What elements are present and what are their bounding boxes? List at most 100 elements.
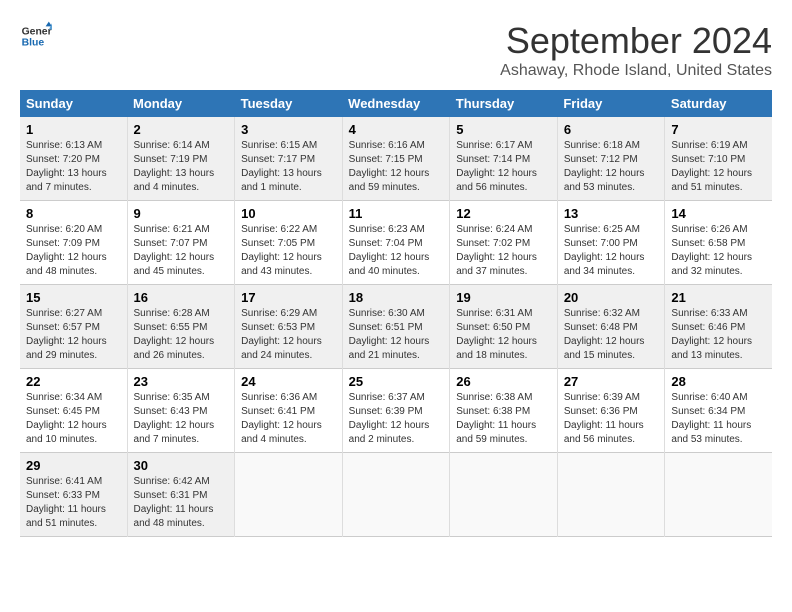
day-number: 10	[241, 206, 336, 221]
day-info: Sunrise: 6:24 AMSunset: 7:02 PMDaylight:…	[456, 224, 537, 277]
page-subtitle: Ashaway, Rhode Island, United States	[500, 62, 772, 80]
header-day-saturday: Saturday	[665, 90, 772, 117]
calendar-header-row: SundayMondayTuesdayWednesdayThursdayFrid…	[20, 90, 772, 117]
day-number: 5	[456, 122, 551, 137]
calendar-cell: 4 Sunrise: 6:16 AMSunset: 7:15 PMDaylight…	[342, 117, 450, 201]
day-info: Sunrise: 6:21 AMSunset: 7:07 PMDaylight:…	[134, 224, 215, 277]
calendar-cell	[235, 453, 343, 537]
day-info: Sunrise: 6:32 AMSunset: 6:48 PMDaylight:…	[564, 308, 645, 361]
calendar-cell	[450, 453, 558, 537]
day-info: Sunrise: 6:42 AMSunset: 6:31 PMDaylight:…	[134, 476, 214, 529]
day-number: 20	[564, 290, 659, 305]
title-area: September 2024 Ashaway, Rhode Island, Un…	[500, 20, 772, 80]
calendar-cell: 29 Sunrise: 6:41 AMSunset: 6:33 PMDayligh…	[20, 453, 127, 537]
header: General Blue September 2024 Ashaway, Rho…	[20, 20, 772, 80]
calendar-cell: 11Sunrise: 6:23 AMSunset: 7:04 PMDayligh…	[342, 201, 450, 285]
day-info: Sunrise: 6:40 AMSunset: 6:34 PMDaylight:…	[671, 392, 751, 445]
day-number: 21	[671, 290, 766, 305]
day-number: 9	[134, 206, 229, 221]
header-day-thursday: Thursday	[450, 90, 558, 117]
day-info: Sunrise: 6:36 AMSunset: 6:41 PMDaylight:…	[241, 392, 322, 445]
calendar-cell: 6 Sunrise: 6:18 AMSunset: 7:12 PMDaylight…	[557, 117, 665, 201]
calendar-cell: 23 Sunrise: 6:35 AMSunset: 6:43 PMDayligh…	[127, 369, 235, 453]
calendar-week-row: 29 Sunrise: 6:41 AMSunset: 6:33 PMDayligh…	[20, 453, 772, 537]
day-info: Sunrise: 6:39 AMSunset: 6:36 PMDaylight:…	[564, 392, 644, 445]
day-info: Sunrise: 6:13 AMSunset: 7:20 PMDaylight:…	[26, 140, 107, 193]
calendar-cell: 10 Sunrise: 6:22 AMSunset: 7:05 PMDayligh…	[235, 201, 343, 285]
calendar-cell: 17 Sunrise: 6:29 AMSunset: 6:53 PMDayligh…	[235, 285, 343, 369]
day-number: 29	[26, 458, 121, 473]
day-number: 12	[456, 206, 551, 221]
calendar-cell: 7 Sunrise: 6:19 AMSunset: 7:10 PMDaylight…	[665, 117, 772, 201]
day-number: 7	[671, 122, 766, 137]
calendar-week-row: 8 Sunrise: 6:20 AMSunset: 7:09 PMDaylight…	[20, 201, 772, 285]
logo-icon: General Blue	[20, 20, 52, 52]
calendar-cell: 24Sunrise: 6:36 AMSunset: 6:41 PMDayligh…	[235, 369, 343, 453]
header-day-monday: Monday	[127, 90, 235, 117]
day-info: Sunrise: 6:22 AMSunset: 7:05 PMDaylight:…	[241, 224, 322, 277]
calendar-cell: 12 Sunrise: 6:24 AMSunset: 7:02 PMDayligh…	[450, 201, 558, 285]
day-info: Sunrise: 6:38 AMSunset: 6:38 PMDaylight:…	[456, 392, 536, 445]
day-info: Sunrise: 6:14 AMSunset: 7:19 PMDaylight:…	[134, 140, 215, 193]
day-info: Sunrise: 6:27 AMSunset: 6:57 PMDaylight:…	[26, 308, 107, 361]
calendar-cell: 15 Sunrise: 6:27 AMSunset: 6:57 PMDayligh…	[20, 285, 127, 369]
day-number: 6	[564, 122, 659, 137]
calendar-cell: 21 Sunrise: 6:33 AMSunset: 6:46 PMDayligh…	[665, 285, 772, 369]
day-info: Sunrise: 6:34 AMSunset: 6:45 PMDaylight:…	[26, 392, 107, 445]
calendar-cell: 27Sunrise: 6:39 AMSunset: 6:36 PMDayligh…	[557, 369, 665, 453]
day-number: 16	[134, 290, 229, 305]
calendar-cell	[665, 453, 772, 537]
day-info: Sunrise: 6:16 AMSunset: 7:15 PMDaylight:…	[349, 140, 430, 193]
header-day-friday: Friday	[557, 90, 665, 117]
calendar-week-row: 1Sunrise: 6:13 AMSunset: 7:20 PMDaylight…	[20, 117, 772, 201]
day-number: 8	[26, 206, 121, 221]
day-number: 15	[26, 290, 121, 305]
calendar-cell: 2 Sunrise: 6:14 AMSunset: 7:19 PMDaylight…	[127, 117, 235, 201]
calendar-cell: 3 Sunrise: 6:15 AMSunset: 7:17 PMDaylight…	[235, 117, 343, 201]
day-number: 22	[26, 374, 121, 389]
calendar-week-row: 15 Sunrise: 6:27 AMSunset: 6:57 PMDayligh…	[20, 285, 772, 369]
header-day-wednesday: Wednesday	[342, 90, 450, 117]
day-info: Sunrise: 6:23 AMSunset: 7:04 PMDaylight:…	[349, 224, 430, 277]
day-info: Sunrise: 6:20 AMSunset: 7:09 PMDaylight:…	[26, 224, 107, 277]
calendar-cell: 26 Sunrise: 6:38 AMSunset: 6:38 PMDayligh…	[450, 369, 558, 453]
calendar-cell: 20 Sunrise: 6:32 AMSunset: 6:48 PMDayligh…	[557, 285, 665, 369]
calendar-cell: 19Sunrise: 6:31 AMSunset: 6:50 PMDayligh…	[450, 285, 558, 369]
calendar-cell: 14Sunrise: 6:26 AMSunset: 6:58 PMDayligh…	[665, 201, 772, 285]
day-number: 30	[134, 458, 229, 473]
day-number: 17	[241, 290, 336, 305]
day-info: Sunrise: 6:18 AMSunset: 7:12 PMDaylight:…	[564, 140, 645, 193]
calendar-cell: 16 Sunrise: 6:28 AMSunset: 6:55 PMDayligh…	[127, 285, 235, 369]
header-day-sunday: Sunday	[20, 90, 127, 117]
day-info: Sunrise: 6:19 AMSunset: 7:10 PMDaylight:…	[671, 140, 752, 193]
calendar-cell: 28 Sunrise: 6:40 AMSunset: 6:34 PMDayligh…	[665, 369, 772, 453]
day-info: Sunrise: 6:15 AMSunset: 7:17 PMDaylight:…	[241, 140, 322, 193]
day-number: 26	[456, 374, 551, 389]
day-number: 28	[671, 374, 766, 389]
day-info: Sunrise: 6:29 AMSunset: 6:53 PMDaylight:…	[241, 308, 322, 361]
svg-text:General: General	[22, 26, 52, 37]
day-number: 18	[349, 290, 444, 305]
day-number: 2	[134, 122, 229, 137]
day-info: Sunrise: 6:30 AMSunset: 6:51 PMDaylight:…	[349, 308, 430, 361]
day-info: Sunrise: 6:28 AMSunset: 6:55 PMDaylight:…	[134, 308, 215, 361]
calendar-week-row: 22 Sunrise: 6:34 AMSunset: 6:45 PMDayligh…	[20, 369, 772, 453]
calendar-cell: 5Sunrise: 6:17 AMSunset: 7:14 PMDaylight…	[450, 117, 558, 201]
day-number: 3	[241, 122, 336, 137]
day-info: Sunrise: 6:26 AMSunset: 6:58 PMDaylight:…	[671, 224, 752, 277]
day-info: Sunrise: 6:41 AMSunset: 6:33 PMDaylight:…	[26, 476, 106, 529]
header-day-tuesday: Tuesday	[235, 90, 343, 117]
day-number: 13	[564, 206, 659, 221]
page-title: September 2024	[500, 20, 772, 62]
day-info: Sunrise: 6:31 AMSunset: 6:50 PMDaylight:…	[456, 308, 537, 361]
calendar-cell: 22 Sunrise: 6:34 AMSunset: 6:45 PMDayligh…	[20, 369, 127, 453]
calendar-cell: 18 Sunrise: 6:30 AMSunset: 6:51 PMDayligh…	[342, 285, 450, 369]
day-info: Sunrise: 6:33 AMSunset: 6:46 PMDaylight:…	[671, 308, 752, 361]
logo: General Blue	[20, 20, 52, 52]
svg-text:Blue: Blue	[22, 38, 45, 49]
day-info: Sunrise: 6:35 AMSunset: 6:43 PMDaylight:…	[134, 392, 215, 445]
calendar-cell: 1Sunrise: 6:13 AMSunset: 7:20 PMDaylight…	[20, 117, 127, 201]
calendar-cell: 13Sunrise: 6:25 AMSunset: 7:00 PMDayligh…	[557, 201, 665, 285]
day-number: 4	[349, 122, 444, 137]
day-number: 23	[134, 374, 229, 389]
